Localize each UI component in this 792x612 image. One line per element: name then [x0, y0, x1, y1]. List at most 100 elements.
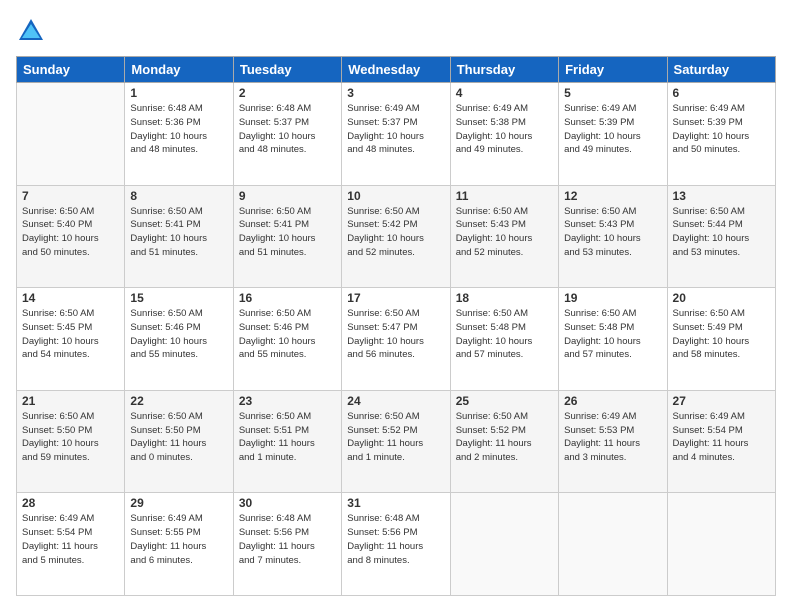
day-number: 5 [564, 86, 661, 100]
day-number: 23 [239, 394, 336, 408]
day-info: Sunrise: 6:50 AM Sunset: 5:42 PM Dayligh… [347, 205, 444, 260]
calendar-cell: 31 Sunrise: 6:48 AM Sunset: 5:56 PM Dayli… [342, 493, 450, 596]
calendar-cell [450, 493, 558, 596]
day-number: 13 [673, 189, 770, 203]
logo-icon [16, 16, 46, 46]
logo [16, 16, 50, 46]
day-number: 25 [456, 394, 553, 408]
week-row-4: 28 Sunrise: 6:49 AM Sunset: 5:54 PM Dayli… [17, 493, 776, 596]
day-info: Sunrise: 6:50 AM Sunset: 5:51 PM Dayligh… [239, 410, 336, 465]
day-info: Sunrise: 6:48 AM Sunset: 5:37 PM Dayligh… [239, 102, 336, 157]
calendar-cell: 28 Sunrise: 6:49 AM Sunset: 5:54 PM Dayli… [17, 493, 125, 596]
day-number: 22 [130, 394, 227, 408]
day-info: Sunrise: 6:50 AM Sunset: 5:45 PM Dayligh… [22, 307, 119, 362]
day-info: Sunrise: 6:49 AM Sunset: 5:39 PM Dayligh… [564, 102, 661, 157]
day-number: 28 [22, 496, 119, 510]
day-info: Sunrise: 6:48 AM Sunset: 5:56 PM Dayligh… [239, 512, 336, 567]
day-number: 24 [347, 394, 444, 408]
calendar-cell: 17Sunrise: 6:50 AM Sunset: 5:47 PM Dayli… [342, 288, 450, 391]
day-number: 29 [130, 496, 227, 510]
header-sunday: Sunday [17, 57, 125, 83]
calendar-cell [559, 493, 667, 596]
header-tuesday: Tuesday [233, 57, 341, 83]
calendar-cell: 25 Sunrise: 6:50 AM Sunset: 5:52 PM Dayli… [450, 390, 558, 493]
day-info: Sunrise: 6:49 AM Sunset: 5:37 PM Dayligh… [347, 102, 444, 157]
calendar-cell: 4Sunrise: 6:49 AM Sunset: 5:38 PM Daylig… [450, 83, 558, 186]
day-info: Sunrise: 6:50 AM Sunset: 5:40 PM Dayligh… [22, 205, 119, 260]
day-info: Sunrise: 6:50 AM Sunset: 5:43 PM Dayligh… [456, 205, 553, 260]
calendar-cell: 16 Sunrise: 6:50 AM Sunset: 5:46 PM Dayli… [233, 288, 341, 391]
week-row-0: 1 Sunrise: 6:48 AM Sunset: 5:36 PM Daylig… [17, 83, 776, 186]
calendar-cell: 11 Sunrise: 6:50 AM Sunset: 5:43 PM Dayli… [450, 185, 558, 288]
calendar-cell: 20 Sunrise: 6:50 AM Sunset: 5:49 PM Dayli… [667, 288, 775, 391]
day-number: 18 [456, 291, 553, 305]
calendar-cell: 12Sunrise: 6:50 AM Sunset: 5:43 PM Dayli… [559, 185, 667, 288]
day-info: Sunrise: 6:50 AM Sunset: 5:52 PM Dayligh… [456, 410, 553, 465]
calendar-cell: 13 Sunrise: 6:50 AM Sunset: 5:44 PM Dayli… [667, 185, 775, 288]
day-info: Sunrise: 6:50 AM Sunset: 5:41 PM Dayligh… [130, 205, 227, 260]
day-info: Sunrise: 6:50 AM Sunset: 5:47 PM Dayligh… [347, 307, 444, 362]
calendar-cell: 9 Sunrise: 6:50 AM Sunset: 5:41 PM Daylig… [233, 185, 341, 288]
header-monday: Monday [125, 57, 233, 83]
calendar-cell: 15Sunrise: 6:50 AM Sunset: 5:46 PM Dayli… [125, 288, 233, 391]
calendar-cell: 21Sunrise: 6:50 AM Sunset: 5:50 PM Dayli… [17, 390, 125, 493]
day-info: Sunrise: 6:49 AM Sunset: 5:38 PM Dayligh… [456, 102, 553, 157]
day-info: Sunrise: 6:50 AM Sunset: 5:50 PM Dayligh… [130, 410, 227, 465]
calendar-cell: 14 Sunrise: 6:50 AM Sunset: 5:45 PM Dayli… [17, 288, 125, 391]
day-number: 21 [22, 394, 119, 408]
page: SundayMondayTuesdayWednesdayThursdayFrid… [0, 0, 792, 612]
day-number: 6 [673, 86, 770, 100]
header-wednesday: Wednesday [342, 57, 450, 83]
day-number: 1 [130, 86, 227, 100]
day-number: 9 [239, 189, 336, 203]
day-info: Sunrise: 6:50 AM Sunset: 5:41 PM Dayligh… [239, 205, 336, 260]
header-friday: Friday [559, 57, 667, 83]
header-saturday: Saturday [667, 57, 775, 83]
header [16, 16, 776, 46]
day-number: 7 [22, 189, 119, 203]
day-info: Sunrise: 6:48 AM Sunset: 5:56 PM Dayligh… [347, 512, 444, 567]
day-info: Sunrise: 6:49 AM Sunset: 5:39 PM Dayligh… [673, 102, 770, 157]
calendar-cell: 8 Sunrise: 6:50 AM Sunset: 5:41 PM Daylig… [125, 185, 233, 288]
calendar-cell: 10 Sunrise: 6:50 AM Sunset: 5:42 PM Dayli… [342, 185, 450, 288]
day-info: Sunrise: 6:50 AM Sunset: 5:48 PM Dayligh… [456, 307, 553, 362]
header-row: SundayMondayTuesdayWednesdayThursdayFrid… [17, 57, 776, 83]
calendar-cell: 2 Sunrise: 6:48 AM Sunset: 5:37 PM Daylig… [233, 83, 341, 186]
day-info: Sunrise: 6:50 AM Sunset: 5:43 PM Dayligh… [564, 205, 661, 260]
day-info: Sunrise: 6:49 AM Sunset: 5:54 PM Dayligh… [22, 512, 119, 567]
day-number: 14 [22, 291, 119, 305]
day-number: 11 [456, 189, 553, 203]
day-number: 31 [347, 496, 444, 510]
calendar-cell: 7 Sunrise: 6:50 AM Sunset: 5:40 PM Daylig… [17, 185, 125, 288]
day-number: 27 [673, 394, 770, 408]
day-number: 2 [239, 86, 336, 100]
calendar-cell: 22 Sunrise: 6:50 AM Sunset: 5:50 PM Dayli… [125, 390, 233, 493]
day-number: 10 [347, 189, 444, 203]
day-info: Sunrise: 6:50 AM Sunset: 5:44 PM Dayligh… [673, 205, 770, 260]
day-number: 8 [130, 189, 227, 203]
header-thursday: Thursday [450, 57, 558, 83]
calendar-cell: 23 Sunrise: 6:50 AM Sunset: 5:51 PM Dayli… [233, 390, 341, 493]
day-info: Sunrise: 6:49 AM Sunset: 5:54 PM Dayligh… [673, 410, 770, 465]
calendar-cell: 26Sunrise: 6:49 AM Sunset: 5:53 PM Dayli… [559, 390, 667, 493]
calendar-cell: 19 Sunrise: 6:50 AM Sunset: 5:48 PM Dayli… [559, 288, 667, 391]
calendar-cell: 29 Sunrise: 6:49 AM Sunset: 5:55 PM Dayli… [125, 493, 233, 596]
day-number: 20 [673, 291, 770, 305]
day-info: Sunrise: 6:50 AM Sunset: 5:48 PM Dayligh… [564, 307, 661, 362]
day-info: Sunrise: 6:49 AM Sunset: 5:55 PM Dayligh… [130, 512, 227, 567]
calendar-cell: 30 Sunrise: 6:48 AM Sunset: 5:56 PM Dayli… [233, 493, 341, 596]
day-info: Sunrise: 6:50 AM Sunset: 5:46 PM Dayligh… [239, 307, 336, 362]
day-number: 30 [239, 496, 336, 510]
day-info: Sunrise: 6:50 AM Sunset: 5:49 PM Dayligh… [673, 307, 770, 362]
week-row-1: 7 Sunrise: 6:50 AM Sunset: 5:40 PM Daylig… [17, 185, 776, 288]
calendar-cell: 18 Sunrise: 6:50 AM Sunset: 5:48 PM Dayli… [450, 288, 558, 391]
calendar-cell [667, 493, 775, 596]
day-info: Sunrise: 6:50 AM Sunset: 5:46 PM Dayligh… [130, 307, 227, 362]
day-number: 19 [564, 291, 661, 305]
calendar-cell: 3 Sunrise: 6:49 AM Sunset: 5:37 PM Daylig… [342, 83, 450, 186]
day-number: 3 [347, 86, 444, 100]
day-info: Sunrise: 6:48 AM Sunset: 5:36 PM Dayligh… [130, 102, 227, 157]
day-number: 16 [239, 291, 336, 305]
calendar-cell: 6 Sunrise: 6:49 AM Sunset: 5:39 PM Daylig… [667, 83, 775, 186]
day-info: Sunrise: 6:49 AM Sunset: 5:53 PM Dayligh… [564, 410, 661, 465]
